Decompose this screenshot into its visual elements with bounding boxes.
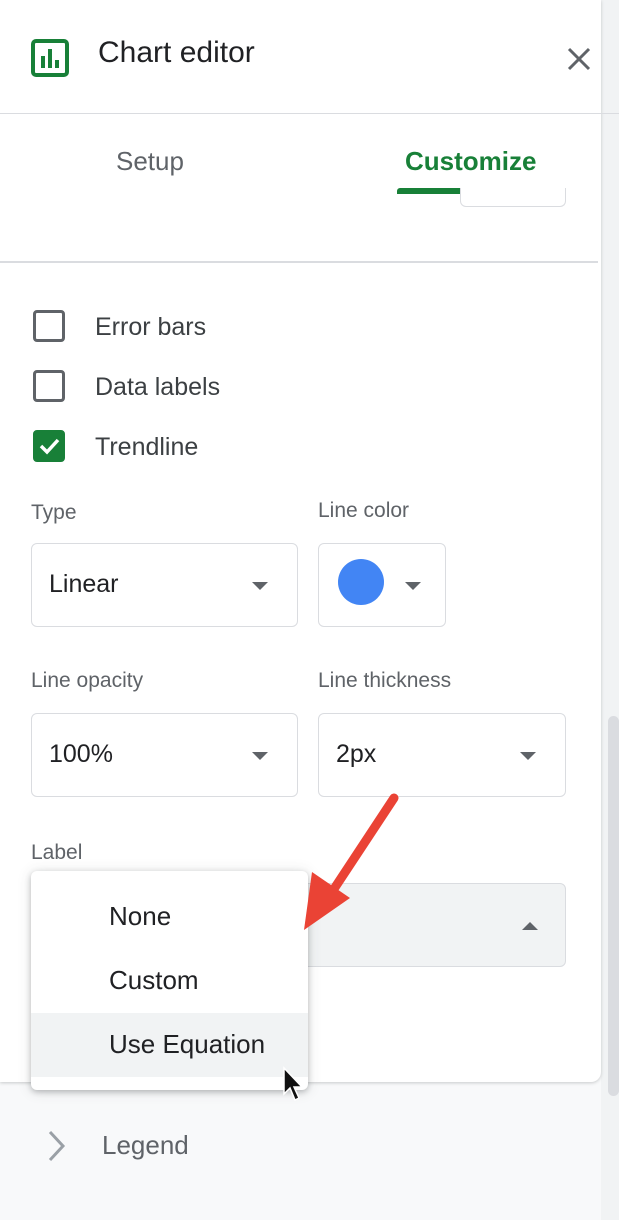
line-color-select[interactable] [318, 543, 446, 627]
chevron-down-icon [252, 752, 268, 760]
checkmark-icon [39, 438, 60, 455]
close-icon[interactable] [566, 46, 592, 72]
chevron-right-icon [46, 1130, 66, 1162]
line-thickness-value: 2px [336, 740, 377, 768]
line-color-label: Line color [318, 499, 410, 522]
chevron-down-icon [520, 752, 536, 760]
tab-setup[interactable]: Setup [116, 146, 184, 177]
dropdown-option-none[interactable]: None [31, 885, 308, 949]
label-dropdown-menu: None Custom Use Equation [31, 871, 308, 1090]
trendline-checkbox[interactable] [33, 430, 65, 462]
annotation-arrow-icon [290, 790, 410, 940]
error-bars-checkbox[interactable] [33, 310, 65, 342]
line-thickness-select[interactable]: 2px [318, 713, 566, 797]
data-labels-checkbox[interactable] [33, 370, 65, 402]
line-opacity-label: Line opacity [31, 669, 144, 692]
dropdown-option-use-equation[interactable]: Use Equation [31, 1013, 308, 1077]
chart-icon [31, 39, 69, 77]
option-label: Use Equation [109, 1029, 266, 1059]
type-select[interactable]: Linear [31, 543, 298, 627]
line-thickness-label: Line thickness [318, 669, 452, 692]
scrolled-control [460, 188, 566, 207]
option-label: None [109, 901, 172, 931]
type-label: Type [31, 501, 77, 524]
legend-section-label: Legend [102, 1130, 189, 1160]
legend-section[interactable] [0, 1112, 601, 1182]
error-bars-label: Error bars [95, 313, 207, 341]
mouse-cursor-icon [282, 1066, 304, 1104]
data-labels-label: Data labels [95, 373, 221, 401]
trendline-label: Trendline [95, 433, 199, 461]
section-divider [0, 261, 598, 263]
label-field-label: Label [31, 841, 83, 864]
chevron-down-icon [252, 582, 268, 590]
dropdown-option-custom[interactable]: Custom [31, 949, 308, 1013]
option-label: Custom [109, 965, 199, 995]
line-opacity-select[interactable]: 100% [31, 713, 298, 797]
line-opacity-value: 100% [49, 740, 113, 768]
chevron-down-icon [405, 582, 421, 590]
scrollbar-thumb[interactable] [608, 716, 619, 1096]
type-value: Linear [49, 570, 119, 598]
header-divider [0, 113, 619, 114]
color-swatch [338, 559, 384, 605]
tab-customize[interactable]: Customize [405, 146, 536, 177]
page-title: Chart editor [98, 36, 255, 69]
chevron-up-icon [522, 922, 538, 930]
